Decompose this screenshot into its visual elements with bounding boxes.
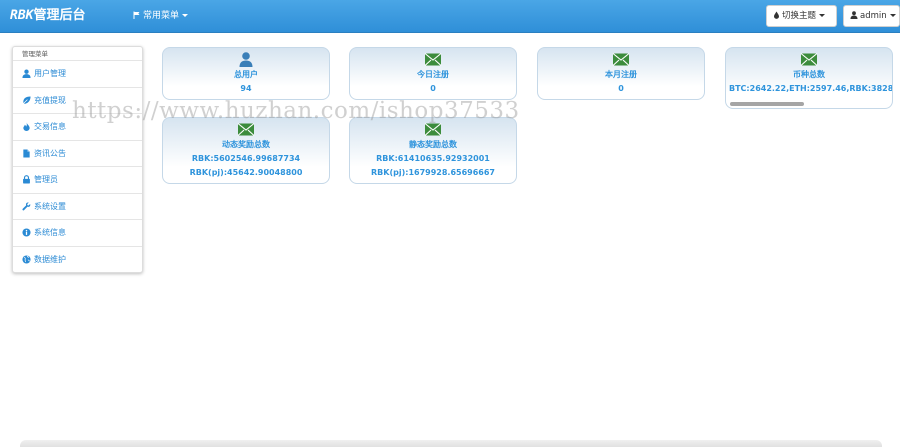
wrench-icon [22,202,31,211]
card-title: 今日注册 [417,70,449,79]
sidebar-item-settings[interactable]: 系统设置 [13,194,142,220]
sidebar-item-news[interactable]: 资讯公告 [13,141,142,167]
card-value-rbk: RBK:61410635.92932001 [376,154,490,163]
card-value-rbk-pj: RBK(pj):1679928.65696667 [371,168,495,177]
brand[interactable]: RBK管理后台 [10,7,86,25]
card-coin-totals: 币种总数 BTC:2642.22,ETH:2597.46,RBK:3828042 [725,47,893,109]
card-total-users: 总用户 94 [162,47,330,100]
globe-icon [22,255,31,264]
sidebar-item-admins[interactable]: 管理员 [13,167,142,194]
sidebar-item-label: 管理员 [34,175,58,185]
common-menu-dropdown[interactable]: 常用菜单 [133,8,189,24]
card-value: 94 [240,84,252,93]
common-menu-label: 常用菜单 [143,11,180,21]
sidebar-item-trades[interactable]: 交易信息 [13,114,142,141]
top-navbar: RBK管理后台 常用菜单 切换主题 admin [0,0,900,33]
card-title: 总用户 [234,70,258,79]
card-value: 0 [618,84,624,93]
envelope-icon [237,123,255,136]
sidebar-item-label: 系统信息 [34,228,66,238]
card-value: 0 [430,84,436,93]
sidebar-item-label: 资讯公告 [34,148,66,158]
sidebar-item-label: 充值提现 [34,95,66,105]
sidebar-item-recharge[interactable]: 充值提现 [13,88,142,114]
sidebar-item-sysinfo[interactable]: 系统信息 [13,220,142,247]
caret-down-icon [182,14,189,17]
fire-icon [23,122,30,132]
card-month-registrations: 本月注册 0 [537,47,705,100]
sidebar-menu: 管理菜单 用户管理 充值提现 交易信息 资讯公告 管理员 系统设置 系统信息 数… [12,46,143,273]
lock-icon [23,175,30,184]
card-title: 动态奖励总数 [222,140,270,149]
card-value-rbk-pj: RBK(pj):45642.90048800 [189,168,303,177]
envelope-icon [612,53,630,66]
envelope-icon [424,53,442,66]
card-static-reward: 静态奖励总数 RBK:61410635.92932001 RBK(pj):167… [349,117,517,184]
footer-edge [20,440,882,447]
card-title: 币种总数 [793,70,825,79]
envelope-icon [800,53,818,66]
sidebar-item-label: 数据维护 [34,255,66,265]
card-title: 静态奖励总数 [409,140,457,149]
user-menu-label: admin [860,11,887,21]
sidebar-heading: 管理菜单 [13,47,142,61]
leaf-icon [22,96,31,105]
brand-logo: RBK [10,8,34,23]
user-icon [22,69,31,79]
sidebar-item-maintenance[interactable]: 数据维护 [13,247,142,274]
brand-title: 管理后台 [33,8,86,23]
sidebar-item-label: 系统设置 [34,201,66,211]
switch-theme-label: 切换主题 [782,11,817,21]
sidebar-item-users[interactable]: 用户管理 [13,61,142,88]
envelope-icon [424,123,442,136]
flag-icon [133,11,140,19]
card-title: 本月注册 [605,70,637,79]
card-today-registrations: 今日注册 0 [349,47,517,100]
caret-down-icon [889,14,896,17]
sidebar-item-label: 用户管理 [34,69,66,79]
tint-icon [774,11,779,19]
switch-theme-button[interactable]: 切换主题 [766,5,837,27]
horizontal-scrollbar[interactable] [730,102,804,106]
user-menu-button[interactable]: admin [843,5,900,27]
user-icon [850,11,858,19]
user-icon [239,52,253,67]
info-icon [22,228,31,237]
caret-down-icon [819,14,826,17]
document-icon [23,149,30,158]
card-value-rbk: RBK:5602546.99687734 [191,154,301,163]
sidebar-item-label: 交易信息 [34,122,66,132]
card-dynamic-reward: 动态奖励总数 RBK:5602546.99687734 RBK(pj):4564… [162,117,330,184]
card-value: BTC:2642.22,ETH:2597.46,RBK:3828042 [729,84,893,93]
